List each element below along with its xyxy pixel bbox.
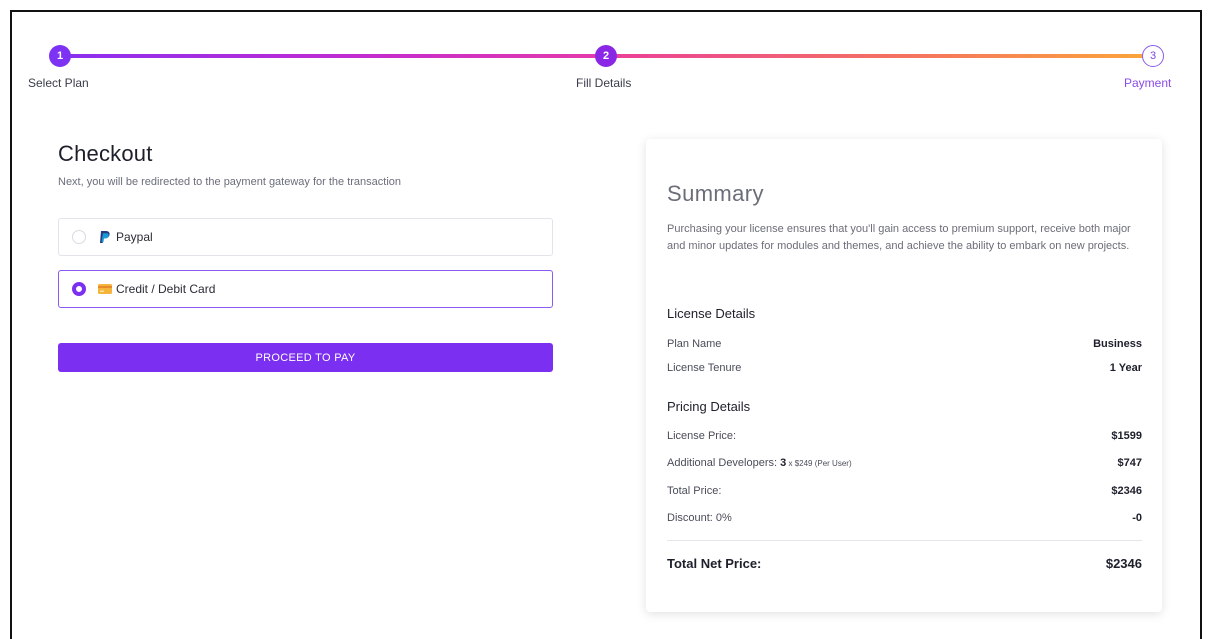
summary-description: Purchasing your license ensures that you…	[667, 223, 1131, 252]
plan-name-row: Plan Name Business	[667, 338, 1142, 350]
total-price-row: Total Price: $2346	[667, 485, 1142, 497]
step-3-label: Payment	[1124, 76, 1172, 90]
proceed-to-pay-button[interactable]: PROCEED TO PAY	[58, 343, 553, 372]
net-price-label: Total Net Price:	[667, 556, 762, 571]
additional-developers-value: $747	[1117, 457, 1142, 469]
net-price-value: $2346	[1105, 556, 1142, 571]
pricing-details-heading: Pricing Details	[667, 399, 751, 414]
license-details-heading: License Details	[667, 306, 756, 321]
paypal-radio[interactable]	[72, 230, 86, 244]
additional-developers-row: Additional Developers: 3 x $249 (Per Use…	[667, 457, 1142, 469]
license-tenure-value: 1 Year	[1109, 362, 1142, 374]
license-price-row: License Price: $1599	[667, 430, 1142, 442]
step-2-marker[interactable]: 2	[595, 45, 617, 67]
step-2-label: Fill Details	[576, 76, 632, 90]
additional-developers-text: Additional Developers:	[667, 457, 781, 469]
plan-name-label: Plan Name	[667, 338, 722, 350]
credit-card-icon	[98, 282, 112, 296]
step-1-label: Select Plan	[28, 76, 89, 90]
paypal-icon	[98, 230, 112, 244]
progress-line-completed	[60, 54, 606, 58]
payment-option-paypal[interactable]: Paypal	[58, 218, 553, 256]
step-3-marker[interactable]: 3	[1142, 45, 1164, 67]
license-price-label: License Price:	[667, 430, 737, 442]
card-label: Credit / Debit Card	[116, 282, 216, 296]
license-tenure-label: License Tenure	[667, 362, 742, 374]
checkout-subtitle: Next, you will be redirected to the paym…	[58, 176, 402, 188]
payment-option-card[interactable]: Credit / Debit Card	[58, 270, 553, 308]
summary-title: Summary	[667, 181, 764, 206]
discount-label: Discount: 0%	[667, 512, 732, 524]
card-radio[interactable]	[72, 282, 86, 296]
net-price-row: Total Net Price: $2346	[667, 556, 1142, 571]
progress-line-pending	[606, 54, 1154, 58]
additional-developers-rate: x $249 (Per User)	[786, 459, 852, 468]
total-price-label: Total Price:	[667, 485, 722, 497]
license-price-value: $1599	[1111, 430, 1142, 442]
total-price-value: $2346	[1111, 485, 1142, 497]
step-1-marker[interactable]: 1	[49, 45, 71, 67]
summary-divider	[667, 540, 1142, 541]
discount-value: -0	[1132, 512, 1142, 524]
plan-name-value: Business	[1093, 338, 1142, 350]
paypal-label: Paypal	[116, 230, 153, 244]
summary-card: Summary Purchasing your license ensures …	[646, 139, 1162, 612]
checkout-title: Checkout	[58, 141, 153, 166]
additional-developers-label: Additional Developers: 3 x $249 (Per Use…	[667, 457, 852, 469]
discount-row: Discount: 0% -0	[667, 512, 1142, 524]
license-tenure-row: License Tenure 1 Year	[667, 362, 1142, 374]
